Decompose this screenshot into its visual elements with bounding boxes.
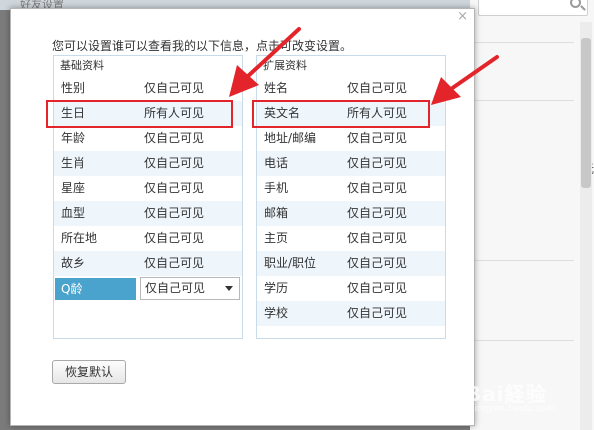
visibility-value[interactable]: 仅自己可见 [144,226,204,251]
field-label: 星座 [61,181,86,195]
basic-info-panel: 基础资料 性别 仅自己可见 生日 所有人可见 年龄 仅自己可见 生肖 仅自己可见 星座仅… [53,55,243,339]
visibility-value[interactable]: 仅自己可见 [347,201,407,226]
field-label: 血型 [61,206,86,220]
visibility-value[interactable]: 仅自己可见 [144,126,204,151]
annotation-arrow-left [229,27,301,97]
visibility-value[interactable]: 仅自己可见 [144,176,204,201]
background-search-input[interactable] [478,0,588,16]
visibility-value[interactable]: 仅自己可见 [144,251,204,276]
visibility-select-value: 仅自己可见 [145,281,206,295]
setting-row[interactable]: 手机 仅自己可见 [257,176,445,201]
chevron-down-icon[interactable] [225,286,233,291]
selected-field-label: Q龄 [55,278,136,300]
english-name-highlight-box [252,100,430,128]
basic-info-header: 基础资料 [60,59,104,72]
birthday-highlight-box [46,100,233,128]
setting-row[interactable]: 年龄 仅自己可见 [54,126,242,151]
field-label: 学校 [264,306,289,320]
setting-row[interactable]: 血型 仅自己可见 [54,201,242,226]
setting-row[interactable]: 邮箱 仅自己可见 [257,201,445,226]
setting-row[interactable]: 学历 仅自己可见 [257,276,445,301]
visibility-value[interactable]: 仅自己可见 [347,276,407,301]
setting-row[interactable]: 主页 仅自己可见 [257,226,445,251]
background-scrollbar[interactable] [580,22,592,430]
annotation-arrow-right [431,55,499,105]
setting-row[interactable]: 电话 仅自己可见 [257,151,445,176]
visibility-value[interactable]: 仅自己可见 [347,301,407,326]
setting-row[interactable]: 地址/邮编 仅自己可见 [257,126,445,151]
visibility-value[interactable]: 仅自己可见 [347,226,407,251]
visibility-value[interactable]: 仅自己可见 [347,176,407,201]
field-label: 邮箱 [264,206,289,220]
setting-row[interactable]: 故乡 仅自己可见 [54,251,242,276]
field-label: 学历 [264,281,289,295]
visibility-value[interactable]: 仅自己可见 [347,126,407,151]
watermark-url: jingyan.baidu.com [472,404,556,414]
reset-defaults-button[interactable]: 恢复默认 [52,360,126,384]
setting-row-selected[interactable]: Q龄 仅自己可见 [54,276,242,301]
background-divider [474,260,574,261]
setting-row[interactable]: 职业/职位 仅自己可见 [257,251,445,276]
close-button[interactable]: × [457,9,468,24]
visibility-value[interactable]: 仅自己可见 [347,76,407,101]
paw-icon [440,384,461,403]
field-label: 职业/职位 [264,256,317,270]
visibility-value[interactable]: 仅自己可见 [144,201,204,226]
background-divider [474,340,574,341]
scrollbar-thumb[interactable] [581,38,591,188]
field-label: 年龄 [61,131,86,145]
visibility-value[interactable]: 仅自己可见 [347,151,407,176]
visibility-select[interactable]: 仅自己可见 [140,277,240,300]
dialog-intro-text: 您可以设置谁可以查看我的以下信息，点击可改变设置。 [52,39,353,53]
field-label: 性别 [61,81,86,95]
setting-row[interactable]: 学校 仅自己可见 [257,301,445,326]
field-label: 地址/邮编 [264,131,317,145]
setting-row[interactable]: 星座 仅自己可见 [54,176,242,201]
visibility-value[interactable]: 仅自己可见 [144,151,204,176]
watermark-brand: Bai経验 [466,382,547,406]
baidu-jingyan-watermark: Bai経验 jingyan.baidu.com [438,376,588,420]
field-label: 故乡 [61,256,86,270]
setting-row[interactable]: 生肖 仅自己可见 [54,151,242,176]
visibility-value[interactable]: 仅自己可见 [347,251,407,276]
field-label: 生肖 [61,156,86,170]
setting-row[interactable]: 所在地 仅自己可见 [54,226,242,251]
field-label: 电话 [264,156,289,170]
privacy-settings-dialog: × 您可以设置谁可以查看我的以下信息，点击可改变设置。 基础资料 性别 仅自己可见… [10,8,499,426]
setting-row[interactable]: 性别 仅自己可见 [54,76,242,101]
visibility-value[interactable]: 仅自己可见 [144,76,204,101]
field-label: 所在地 [61,231,98,245]
field-label: 主页 [264,231,289,245]
search-icon[interactable] [570,0,581,8]
field-label: 手机 [264,181,289,195]
background-divider [474,42,574,43]
